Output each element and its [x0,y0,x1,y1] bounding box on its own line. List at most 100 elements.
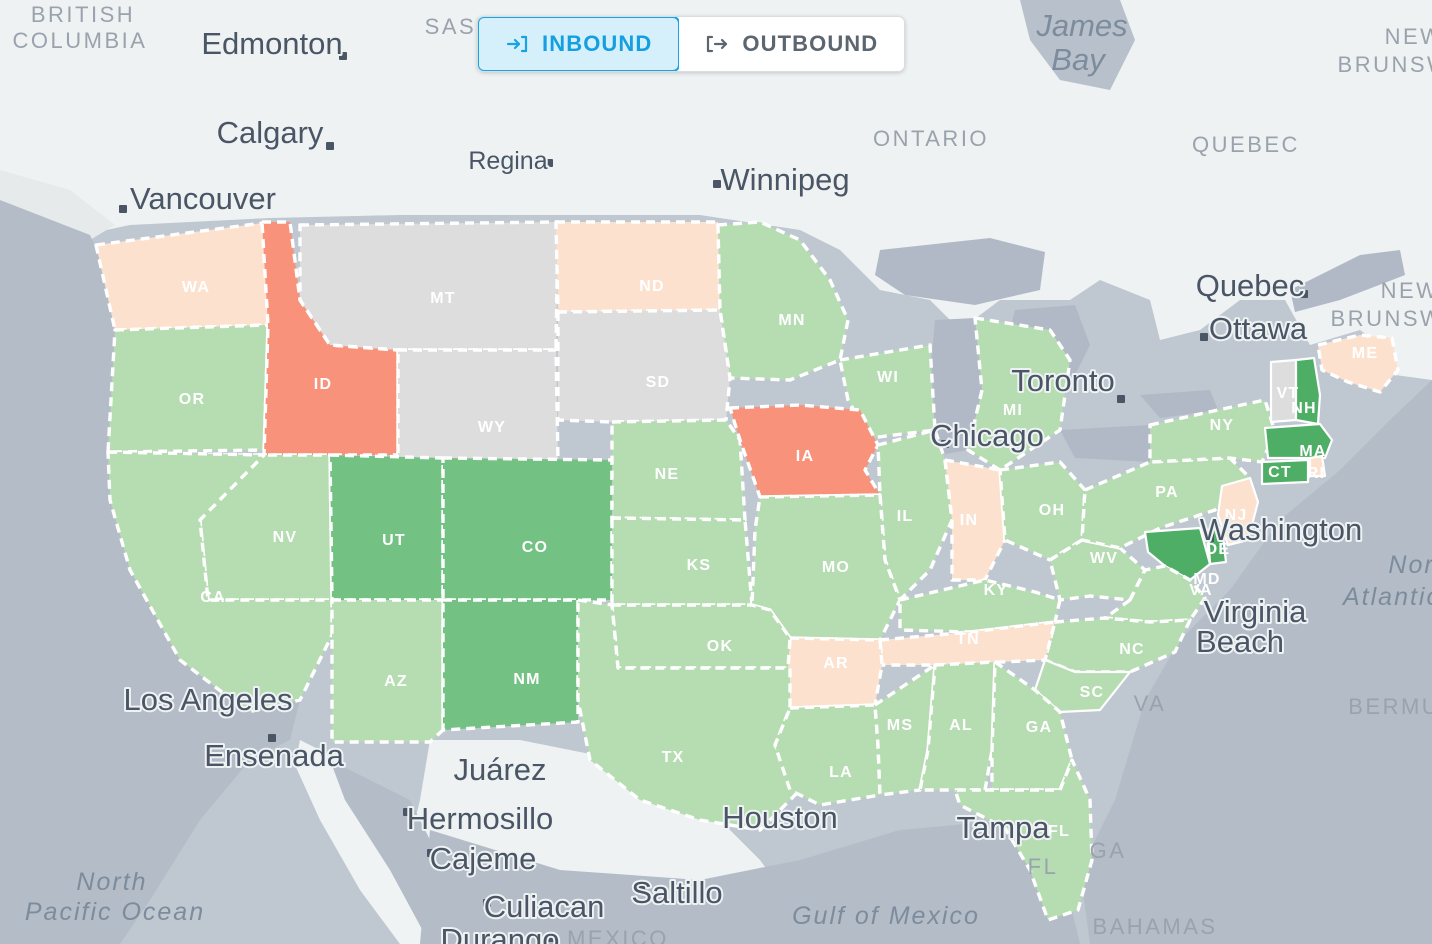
state-label-UT: UT [382,532,406,549]
state-AZ[interactable] [330,598,445,744]
ocean-label-north-atlantic-2: Atlantic [1341,583,1432,611]
state-label-WV: WV [1090,550,1118,567]
region-label-new-2: NEW [1381,278,1432,303]
region-label-ontario: ONTARIO [873,126,989,151]
state-label-WY: WY [478,419,506,436]
state-label-NH: NH [1291,400,1317,417]
state-label-MA: MA [1299,443,1326,460]
state-ME[interactable] [1316,333,1400,394]
state-label-MN: MN [778,312,805,329]
state-WY[interactable] [396,348,560,462]
region-label-british: BRITISH [31,2,135,27]
state-label-NC: NC [1119,641,1145,658]
inbound-toggle-button[interactable]: INBOUND [478,17,681,71]
city-label-4: Vancouver [130,181,276,216]
state-label-LA: LA [829,764,853,781]
state-label-IN: IN [960,512,978,529]
city-label-9: Washington [1200,512,1363,547]
ocean-label-north-atlantic-1: North [1388,551,1432,579]
city-label-2: Regina [468,147,547,175]
map-canvas[interactable]: WA OR ID MT ND MN WY SD WI MI NV UT CO NE IA IL IN OH CA AZ… [0,0,1432,944]
state-label-RI: RI [1307,465,1325,482]
state-label-NM: NM [513,671,540,688]
state-label-AZ: AZ [384,673,408,690]
city-label-18: Cajeme [430,841,537,876]
outbound-toggle-button[interactable]: OUTBOUND [679,17,905,71]
state-label-ID: ID [314,376,332,393]
state-WA[interactable] [94,220,272,332]
map-layer: WA OR ID MT ND MN WY SD WI MI NV UT CO NE IA IL IN OH CA AZ… [0,0,1432,944]
state-CO[interactable] [441,456,614,602]
state-label-MI: MI [1003,402,1023,419]
city-label-11: Beach [1196,624,1284,659]
city-label-12: Los Angeles [124,682,293,717]
state-label-FL: FL [1048,823,1070,840]
region-label-brunswick-2: BRUNSWICK [1331,306,1432,331]
city-label-20: Culiacan [484,889,605,924]
state-KS[interactable] [610,516,754,607]
map-application: WA OR ID MT ND MN WY SD WI MI NV UT CO NE IA IL IN OH CA AZ… [0,0,1432,944]
ocean-label-gulf-of-mexico: Gulf of Mexico [792,902,980,930]
arrow-out-of-bracket-icon [705,32,729,56]
city-label-8: Chicago [930,418,1044,453]
region-label-new-1: NEW [1385,24,1432,49]
region-label-quebec: QUEBEC [1192,132,1300,157]
state-label-ME: ME [1352,345,1378,362]
region-label-bermuda: BERMUDA [1348,694,1432,719]
ocean-label-north-pacific-2: Pacific Ocean [25,898,205,926]
state-SD[interactable] [556,308,732,424]
state-MT[interactable] [298,220,560,352]
state-label-NE: NE [655,466,680,483]
state-label-AL: AL [949,717,973,734]
city-label-16: Hermosillo [407,801,553,836]
state-label-PA: PA [1155,484,1178,501]
ocean-label-north-pacific-1: North [76,868,147,896]
city-label-1: Calgary [217,115,324,150]
city-label-7: Toronto [1011,363,1114,398]
state-label-OH: OH [1039,502,1065,519]
state-label-CT: CT [1268,464,1292,481]
city-dot-6 [1200,333,1208,341]
state-OK[interactable] [610,603,792,670]
state-label-MS: MS [887,717,913,734]
state-label-NY: NY [1210,417,1235,434]
region-label-va: VA [1134,691,1167,716]
state-label-KY: KY [984,582,1009,599]
state-label-WI: WI [877,369,899,386]
state-label-KS: KS [687,557,712,574]
state-label-WA: WA [182,279,210,296]
state-label-CO: CO [522,539,548,556]
state-label-GA: GA [1026,719,1052,736]
city-label-13: Ensenada [204,738,344,773]
arrow-into-bracket-icon [505,32,529,56]
city-label-15: Houston [722,800,837,835]
state-OR[interactable] [106,323,270,454]
city-label-0: Edmonton [201,26,342,61]
state-label-CA: CA [200,589,226,606]
city-label-6: Ottawa [1209,311,1308,346]
state-UT[interactable] [328,453,445,602]
city-dot-1 [326,142,334,150]
region-label-fl: FL [1028,854,1059,879]
direction-toggle[interactable]: INBOUND OUTBOUND [477,16,906,72]
city-label-19: Saltillo [631,875,722,910]
region-label-columbia: COLUMBIA [13,28,148,53]
state-label-AR: AR [823,655,849,672]
outbound-toggle-label: OUTBOUND [742,31,879,56]
state-ND[interactable] [554,220,722,314]
city-label-17: Tampa [956,810,1050,845]
state-label-OR: OR [179,391,205,408]
state-label-IA: IA [796,448,814,465]
ocean-label-bay: Bay [1051,42,1107,77]
state-label-SD: SD [646,374,671,391]
region-label-brunswick-1: BRUNSWICK [1338,52,1432,77]
state-label-OK: OK [707,638,733,655]
city-dot-7 [1117,395,1125,403]
city-dot-4 [119,205,127,213]
state-AR[interactable] [786,636,884,710]
state-MN[interactable] [716,220,850,382]
state-NM[interactable] [441,598,580,732]
state-LA[interactable] [773,703,882,807]
state-label-ND: ND [639,278,665,295]
inbound-toggle-label: INBOUND [542,31,653,56]
